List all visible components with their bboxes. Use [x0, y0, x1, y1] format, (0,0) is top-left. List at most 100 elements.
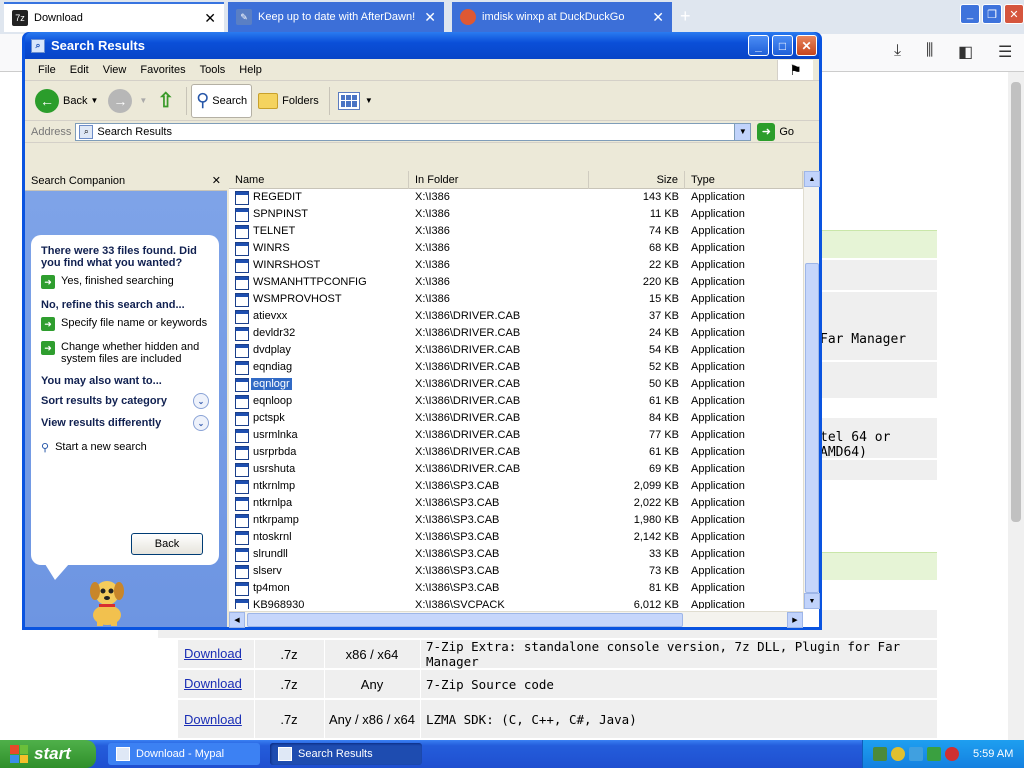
download-link[interactable]: Download: [184, 646, 242, 661]
list-item[interactable]: WSMPROVHOST X:\I386 15 KB Application: [229, 291, 803, 308]
scroll-thumb[interactable]: [805, 263, 819, 593]
list-item[interactable]: usrshuta X:\I386\DRIVER.CAB 69 KB Applicati…: [229, 461, 803, 478]
file-size: 6,012 KB: [633, 599, 679, 609]
browser-tab-afterdawn[interactable]: ✎ Keep up to date with AfterDawn! ✕: [228, 2, 444, 32]
address-input[interactable]: ⌕ Search Results ▼: [75, 122, 752, 141]
menu-view[interactable]: View: [96, 64, 134, 76]
alert-icon[interactable]: [945, 747, 959, 761]
list-item[interactable]: TELNET X:\I386 74 KB Application: [229, 223, 803, 240]
list-item[interactable]: SPNPINST X:\I386 11 KB Application: [229, 206, 803, 223]
minimize-icon[interactable]: _: [748, 35, 769, 56]
list-item[interactable]: ntoskrnl X:\I386\SP3.CAB 2,142 KB Applicati…: [229, 529, 803, 546]
column-in-folder[interactable]: In Folder: [409, 171, 589, 189]
file-size: 2,142 KB: [633, 531, 679, 543]
download-icon[interactable]: ⤓: [894, 42, 901, 60]
list-item[interactable]: devldr32 X:\I386\DRIVER.CAB 24 KB Applicati…: [229, 325, 803, 342]
window-body: File Edit View Favorites Tools Help ⚑ ← …: [25, 59, 820, 628]
arrow-right-icon: ➜: [41, 317, 55, 331]
sidebar-icon[interactable]: ◧: [958, 42, 973, 62]
download-link[interactable]: Download: [184, 712, 242, 727]
close-tab-icon[interactable]: ✕: [204, 10, 216, 27]
yes-finished-option[interactable]: ➜ Yes, finished searching: [41, 275, 209, 289]
list-item[interactable]: pctspk X:\I386\DRIVER.CAB 84 KB Application: [229, 410, 803, 427]
restore-icon[interactable]: ❐: [982, 4, 1002, 24]
scroll-right-icon[interactable]: ▶: [787, 612, 803, 628]
application-icon: [235, 327, 249, 341]
menu-icon[interactable]: ☰: [998, 42, 1012, 62]
network-icon[interactable]: [909, 747, 923, 761]
close-icon[interactable]: ✕: [796, 35, 817, 56]
vertical-scrollbar[interactable]: ▲ ▼: [803, 171, 820, 609]
update-icon[interactable]: [927, 747, 941, 761]
list-item[interactable]: eqnlogr X:\I386\DRIVER.CAB 50 KB Applicatio…: [229, 376, 803, 393]
start-button[interactable]: start: [0, 740, 96, 768]
list-item[interactable]: ntkrnlpa X:\I386\SP3.CAB 2,022 KB Applicati…: [229, 495, 803, 512]
hidden-files-option[interactable]: ➜ Change whether hidden and system files…: [41, 341, 209, 365]
browser-tab-download[interactable]: 7z Download ✕: [4, 2, 224, 32]
list-item[interactable]: ntkrnlmp X:\I386\SP3.CAB 2,099 KB Applicati…: [229, 478, 803, 495]
folders-button[interactable]: Folders: [254, 84, 323, 118]
menu-help[interactable]: Help: [232, 64, 269, 76]
horizontal-scrollbar[interactable]: ◀ ▶: [229, 611, 803, 628]
view-results-expander[interactable]: View results differently ⌄: [41, 415, 209, 431]
list-item[interactable]: eqnloop X:\I386\DRIVER.CAB 61 KB Applicatio…: [229, 393, 803, 410]
maximize-icon[interactable]: □: [772, 35, 793, 56]
scroll-up-icon[interactable]: ▲: [804, 171, 820, 187]
browser-tab-duckduckgo[interactable]: imdisk winxp at DuckDuckGo ✕: [452, 2, 672, 32]
search-button[interactable]: ⚲ Search: [191, 83, 253, 118]
go-button[interactable]: ➜ Go: [757, 122, 794, 141]
list-item[interactable]: atievxx X:\I386\DRIVER.CAB 37 KB Applicatio…: [229, 308, 803, 325]
back-button[interactable]: ← Back ▼: [31, 84, 102, 118]
forward-button[interactable]: → ▼: [104, 84, 151, 118]
tray-app-icon[interactable]: [873, 747, 887, 761]
list-item[interactable]: KB968930 X:\I386\SVCPACK 6,012 KB Applicati…: [229, 597, 803, 609]
window-titlebar[interactable]: ⌕ Search Results _ □ ✕: [25, 32, 819, 59]
scroll-left-icon[interactable]: ◀: [229, 612, 245, 628]
close-icon[interactable]: ✕: [212, 174, 221, 187]
download-link[interactable]: Download: [184, 676, 242, 691]
new-search-option[interactable]: ⚲ Start a new search: [41, 441, 209, 454]
menu-favorites[interactable]: Favorites: [133, 64, 192, 76]
application-icon: [235, 412, 249, 426]
close-icon[interactable]: ✕: [1004, 4, 1024, 24]
library-icon[interactable]: ⫼: [926, 42, 933, 60]
list-item[interactable]: dvdplay X:\I386\DRIVER.CAB 54 KB Applicatio…: [229, 342, 803, 359]
scroll-thumb[interactable]: [247, 613, 683, 627]
security-shield-icon[interactable]: [891, 747, 905, 761]
list-item[interactable]: usrprbda X:\I386\DRIVER.CAB 61 KB Applicati…: [229, 444, 803, 461]
minimize-icon[interactable]: _: [960, 4, 980, 24]
address-dropdown-icon[interactable]: ▼: [734, 123, 751, 140]
new-tab-icon[interactable]: +: [680, 6, 691, 27]
list-item[interactable]: usrmlnka X:\I386\DRIVER.CAB 77 KB Applicati…: [229, 427, 803, 444]
list-item[interactable]: REGEDIT X:\I386 143 KB Application: [229, 189, 803, 206]
close-tab-icon[interactable]: ✕: [652, 9, 664, 26]
file-name: atievxx: [253, 310, 288, 322]
sort-results-expander[interactable]: Sort results by category ⌄: [41, 393, 209, 409]
list-item[interactable]: WSMANHTTPCONFIG X:\I386 220 KB Application: [229, 274, 803, 291]
companion-back-button[interactable]: Back: [131, 533, 203, 555]
scroll-down-icon[interactable]: ▼: [804, 593, 820, 609]
dropdown-arrow-icon[interactable]: ▼: [139, 96, 147, 105]
taskbar-item-mypal[interactable]: Download - Mypal: [108, 743, 260, 765]
up-folder-button[interactable]: ⇧: [153, 84, 180, 118]
taskbar-item-search-results[interactable]: Search Results: [270, 743, 422, 765]
menu-edit[interactable]: Edit: [63, 64, 96, 76]
menu-tools[interactable]: Tools: [193, 64, 233, 76]
column-size[interactable]: Size: [589, 171, 685, 189]
views-button[interactable]: ▼: [334, 84, 377, 118]
close-tab-icon[interactable]: ✕: [424, 9, 436, 26]
dropdown-arrow-icon[interactable]: ▼: [90, 96, 98, 105]
list-item[interactable]: ntkrpamp X:\I386\SP3.CAB 1,980 KB Applicati…: [229, 512, 803, 529]
list-item[interactable]: eqndiag X:\I386\DRIVER.CAB 52 KB Applicatio…: [229, 359, 803, 376]
list-item[interactable]: slrundll X:\I386\SP3.CAB 33 KB Application: [229, 546, 803, 563]
browser-scrollbar[interactable]: [1008, 72, 1024, 740]
list-item[interactable]: WINRSHOST X:\I386 22 KB Application: [229, 257, 803, 274]
specify-filename-option[interactable]: ➜ Specify file name or keywords: [41, 317, 209, 331]
column-name[interactable]: Name: [229, 171, 409, 189]
list-item[interactable]: slserv X:\I386\SP3.CAB 73 KB Application: [229, 563, 803, 580]
column-type[interactable]: Type: [685, 171, 803, 189]
menu-file[interactable]: File: [31, 64, 63, 76]
scroll-thumb[interactable]: [1011, 82, 1021, 522]
list-item[interactable]: tp4mon X:\I386\SP3.CAB 81 KB Application: [229, 580, 803, 597]
list-item[interactable]: WINRS X:\I386 68 KB Application: [229, 240, 803, 257]
